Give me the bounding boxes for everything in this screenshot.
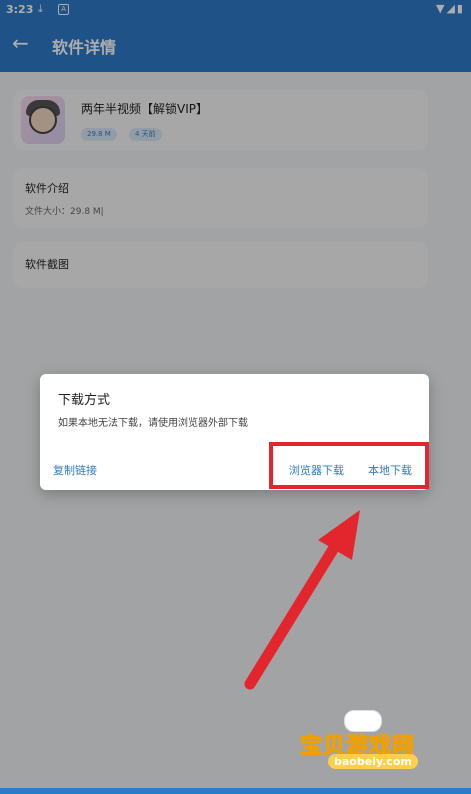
bottom-bar — [0, 788, 471, 794]
red-arrow-icon — [244, 510, 360, 690]
watermark-en: baobeiy.com — [328, 754, 418, 769]
